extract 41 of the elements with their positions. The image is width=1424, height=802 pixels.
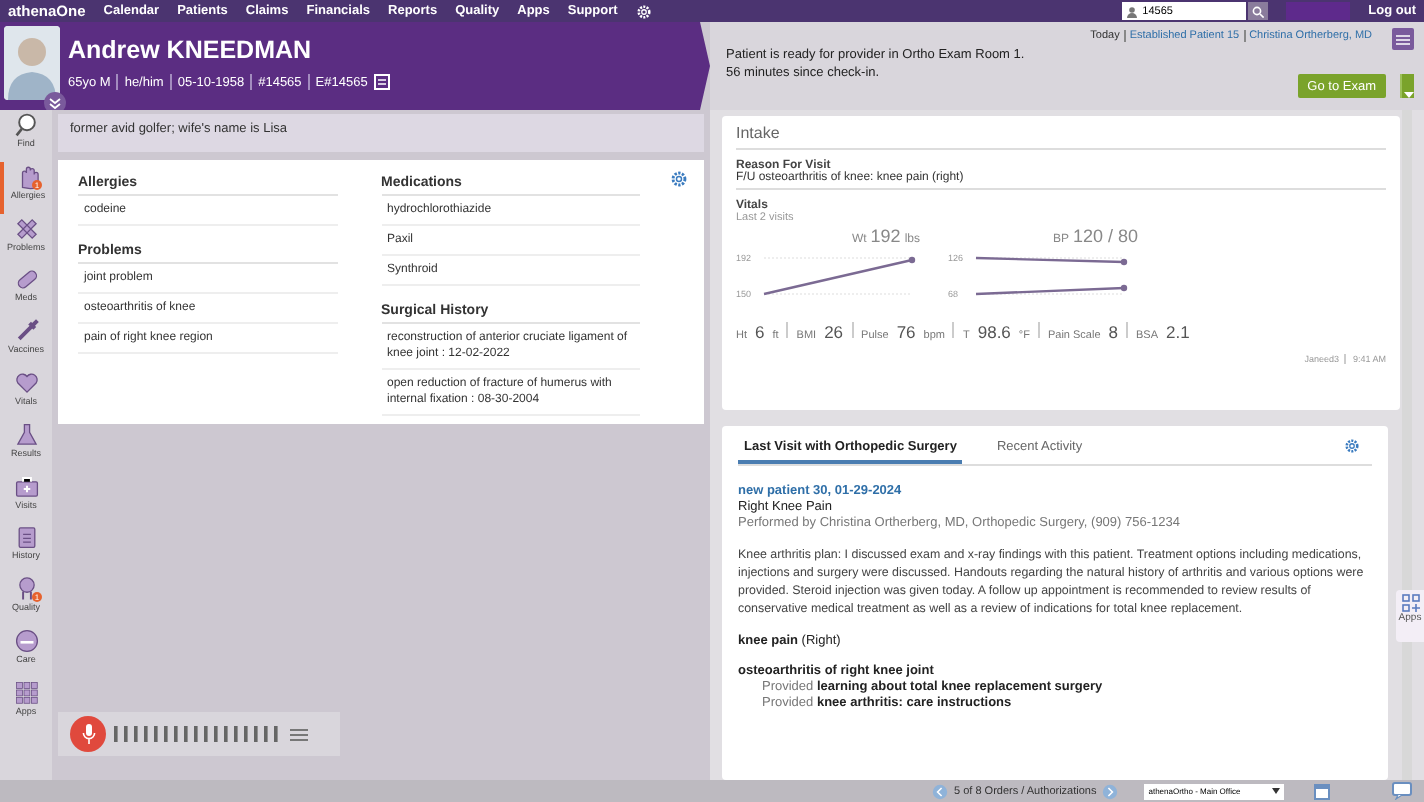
note-icon[interactable] xyxy=(373,74,390,90)
previous-icon[interactable] xyxy=(932,783,948,799)
calendar-icon[interactable] xyxy=(1314,782,1331,800)
vital-value: 26 xyxy=(824,322,844,342)
vital-value: 2.1 xyxy=(1166,322,1190,342)
vital-value: 8 xyxy=(1108,322,1118,342)
search-button[interactable] xyxy=(1248,2,1269,20)
syringe-icon xyxy=(13,318,39,345)
menu-button[interactable] xyxy=(1392,28,1414,50)
medal-icon xyxy=(13,576,39,603)
patient-name: Andrew KNEEDMAN xyxy=(68,36,314,64)
microphone-icon xyxy=(81,724,95,744)
next-icon[interactable] xyxy=(1102,783,1119,799)
expand-icon[interactable] xyxy=(44,92,66,114)
grid-icon xyxy=(13,679,39,706)
patient-avatar xyxy=(4,26,60,100)
card-title: Intake xyxy=(736,124,1386,150)
vital-value: 120 / 80 xyxy=(1072,226,1138,246)
settings-icon[interactable] xyxy=(1344,437,1360,454)
heart-icon xyxy=(13,369,39,396)
settings-icon[interactable] xyxy=(670,170,688,188)
microphone-button[interactable] xyxy=(70,716,106,752)
circle-icon xyxy=(13,627,39,654)
caret-icon xyxy=(1403,92,1413,98)
search-icon xyxy=(13,112,39,138)
dropdown-button[interactable] xyxy=(1400,74,1414,98)
vital-value: 98.6 xyxy=(977,322,1011,342)
menu-icon xyxy=(1396,33,1410,45)
search-icon xyxy=(1252,5,1265,17)
flask-icon xyxy=(13,421,39,448)
chat-icon[interactable] xyxy=(1392,782,1413,800)
apps-icon xyxy=(1401,594,1419,612)
briefcase-icon xyxy=(13,473,39,500)
person-icon xyxy=(1126,5,1139,17)
caret-icon xyxy=(1272,788,1281,794)
menu-icon[interactable] xyxy=(290,727,308,741)
bandage-icon xyxy=(13,215,39,242)
vital-value: 6 xyxy=(755,322,765,342)
vital-value: 76 xyxy=(896,322,916,342)
vital-value: 192 xyxy=(870,226,901,246)
clipboard-icon xyxy=(13,524,39,551)
